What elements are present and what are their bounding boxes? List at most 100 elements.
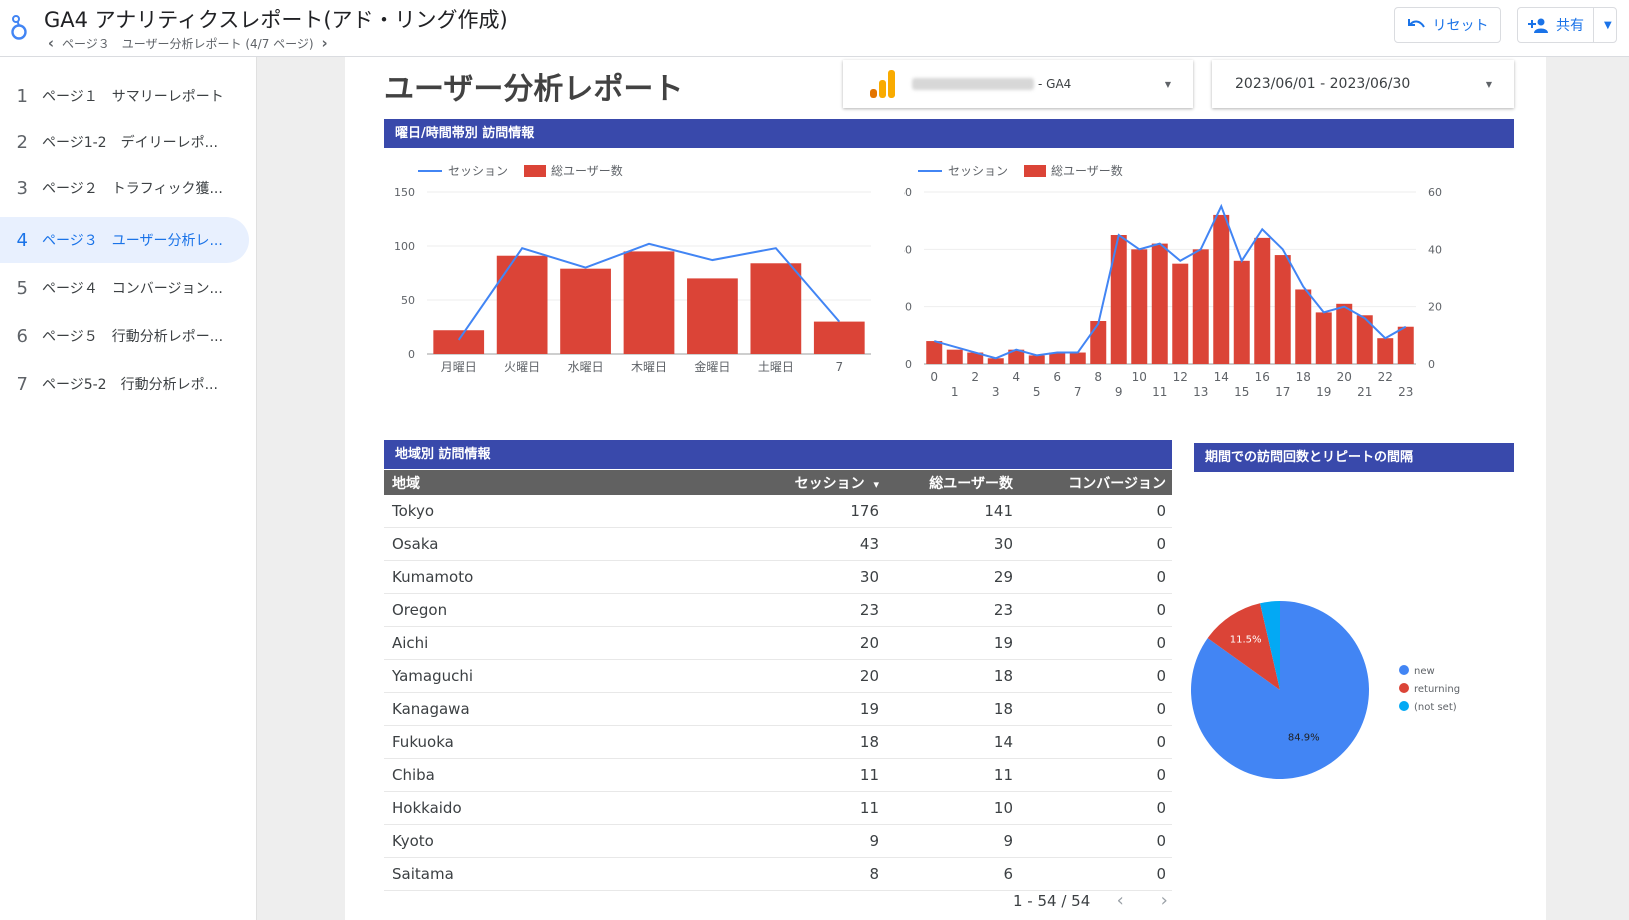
bar xyxy=(1397,326,1414,364)
bar xyxy=(813,321,865,354)
reset-button[interactable]: リセット xyxy=(1394,7,1501,43)
cell-users: 11 xyxy=(993,766,1013,784)
nav-item-page-4[interactable]: 4 ページ３ ユーザー分析レ... xyxy=(0,217,249,263)
nav-item-number: 7 xyxy=(16,373,28,395)
share-button[interactable]: 共有 ▼ xyxy=(1517,7,1617,43)
x-tick-label: 5 xyxy=(1033,385,1041,399)
nav-item-page-1[interactable]: 1 ページ１ サマリーレポート xyxy=(0,73,249,119)
bar xyxy=(1295,289,1312,364)
looker-studio-logo-icon[interactable] xyxy=(9,13,31,41)
x-tick-label: 15 xyxy=(1234,385,1249,399)
legend-label-users: 総ユーザー数 xyxy=(1051,163,1123,178)
x-tick-label: 14 xyxy=(1214,370,1229,384)
bar xyxy=(1131,249,1148,364)
x-tick-label: 木曜日 xyxy=(631,360,667,374)
column-header-conversions[interactable]: コンバージョン xyxy=(1013,473,1166,493)
cell-region: Yamaguchi xyxy=(392,667,474,685)
cell-users: 18 xyxy=(993,700,1013,718)
column-header-sessions[interactable]: セッション ▾ xyxy=(734,473,879,493)
table-row: Kumamoto 30 29 0 xyxy=(384,561,1172,594)
cell-users: 10 xyxy=(993,799,1013,817)
column-header-users[interactable]: 総ユーザー数 xyxy=(879,473,1013,493)
share-main[interactable]: 共有 xyxy=(1518,8,1594,42)
x-tick-label: 6 xyxy=(1053,370,1061,384)
cell-region: Osaka xyxy=(392,535,439,553)
y-tick-label: 40 xyxy=(904,243,912,256)
bar xyxy=(433,330,485,354)
y-tick-label: 20 xyxy=(904,301,912,314)
section-header-visit-frequency: 期間での訪問回数とリピートの間隔 xyxy=(1194,443,1514,472)
table-pagination: 1 - 54 / 54 ‹ › xyxy=(1013,890,1178,911)
section-header-weekday-hour: 曜日/時間帯別 訪問情報 xyxy=(384,119,1514,148)
date-range-control[interactable]: 2023/06/01 - 2023/06/30 ▼ xyxy=(1212,60,1514,108)
nav-item-page-2[interactable]: 2 ページ1-2 デイリーレポ... xyxy=(0,119,249,165)
nav-item-page-3[interactable]: 3 ページ２ トラフィック獲... xyxy=(0,165,249,211)
data-source-control[interactable]: - GA4 ▼ xyxy=(843,60,1193,108)
bar xyxy=(1274,255,1291,364)
cell-sessions: 30 xyxy=(859,568,879,586)
nav-item-page-5[interactable]: 5 ページ４ コンバージョン... xyxy=(0,265,249,311)
table-row: Aichi 20 19 0 xyxy=(384,627,1172,660)
date-range-value: 2023/06/01 - 2023/06/30 xyxy=(1235,76,1411,92)
nav-item-page-7[interactable]: 7 ページ5-2 行動分析レポ... xyxy=(0,361,249,407)
table-row: Kyoto 9 9 0 xyxy=(384,825,1172,858)
nav-item-number: 6 xyxy=(16,325,28,347)
x-tick-label: 水曜日 xyxy=(568,360,604,374)
cell-users: 19 xyxy=(993,634,1013,652)
x-tick-label: 10 xyxy=(1132,370,1147,384)
column-header-region[interactable]: 地域 xyxy=(384,473,734,493)
x-tick-label: 4 xyxy=(1012,370,1020,384)
dropdown-caret-icon: ▼ xyxy=(1164,79,1171,89)
prev-page-icon[interactable]: ‹ xyxy=(44,34,58,52)
next-page-button-icon[interactable]: › xyxy=(1150,890,1178,911)
cell-sessions: 9 xyxy=(869,832,879,850)
cell-users: 23 xyxy=(993,601,1013,619)
x-tick-label: 0 xyxy=(930,370,938,384)
share-dropdown-icon[interactable]: ▼ xyxy=(1600,20,1616,31)
visitor-type-pie-chart[interactable]: 84.9% new 11.5% returning (not set) xyxy=(1190,590,1520,790)
bar xyxy=(1028,355,1045,364)
nav-item-page-6[interactable]: 6 ページ５ 行動分析レポー... xyxy=(0,313,249,359)
cell-conversions: 0 xyxy=(1156,766,1166,784)
bar xyxy=(1110,235,1127,364)
cell-sessions: 19 xyxy=(859,700,879,718)
x-tick-label: 13 xyxy=(1193,385,1208,399)
y-tick-label: 60 xyxy=(904,186,912,199)
cell-users: 6 xyxy=(1003,865,1013,883)
table-row: Fukuoka 18 14 0 xyxy=(384,726,1172,759)
weekday-chart[interactable]: セッション 総ユーザー数 0 50 100 150 月曜日 火曜日 水曜日 木曜日 金曜日 土曜日 7 xyxy=(384,160,904,400)
cell-sessions: 20 xyxy=(859,667,879,685)
cell-sessions: 43 xyxy=(859,535,879,553)
region-table: 地域 セッション ▾ 総ユーザー数 コンバージョン Tokyo 176 141 0 Os… xyxy=(384,470,1172,891)
pie-data-label: 84.9% xyxy=(1288,732,1320,743)
x-tick-label: 2 xyxy=(971,370,979,384)
share-label: 共有 xyxy=(1556,18,1584,34)
bar xyxy=(1213,214,1230,364)
nav-item-label: ページ１ サマリーレポート xyxy=(42,89,224,105)
bar xyxy=(1151,243,1168,364)
next-page-icon[interactable]: › xyxy=(318,34,332,52)
hourly-chart[interactable]: セッション総ユーザー数00202040406060012345678910111… xyxy=(904,160,1514,425)
y2-tick-label: 60 xyxy=(1428,186,1442,199)
x-tick-label: 20 xyxy=(1337,370,1352,384)
table-row: Saitama 8 6 0 xyxy=(384,858,1172,891)
reset-label: リセット xyxy=(1432,18,1489,34)
x-tick-label: 18 xyxy=(1296,370,1311,384)
report-name[interactable]: GA4 アナリティクスレポート(アド・リング作成) xyxy=(44,4,508,34)
bar xyxy=(1377,338,1394,364)
table-row: Hokkaido 11 10 0 xyxy=(384,792,1172,825)
undo-icon xyxy=(1407,19,1425,28)
x-tick-label: 7 xyxy=(1074,385,1082,399)
x-tick-label: 1 xyxy=(951,385,959,399)
cell-users: 14 xyxy=(993,733,1013,751)
bar xyxy=(926,341,943,364)
x-tick-label: 7 xyxy=(835,360,843,374)
table-body: Tokyo 176 141 0 Osaka 43 30 0 Kumamoto 30 29 0 Orego… xyxy=(384,495,1172,891)
bar xyxy=(1233,260,1250,364)
legend-bar-swatch xyxy=(524,165,546,177)
cell-conversions: 0 xyxy=(1156,667,1166,685)
data-source-suffix: - GA4 xyxy=(1038,77,1072,91)
cell-sessions: 18 xyxy=(859,733,879,751)
prev-page-button-icon[interactable]: ‹ xyxy=(1106,890,1134,911)
cell-conversions: 0 xyxy=(1156,865,1166,883)
